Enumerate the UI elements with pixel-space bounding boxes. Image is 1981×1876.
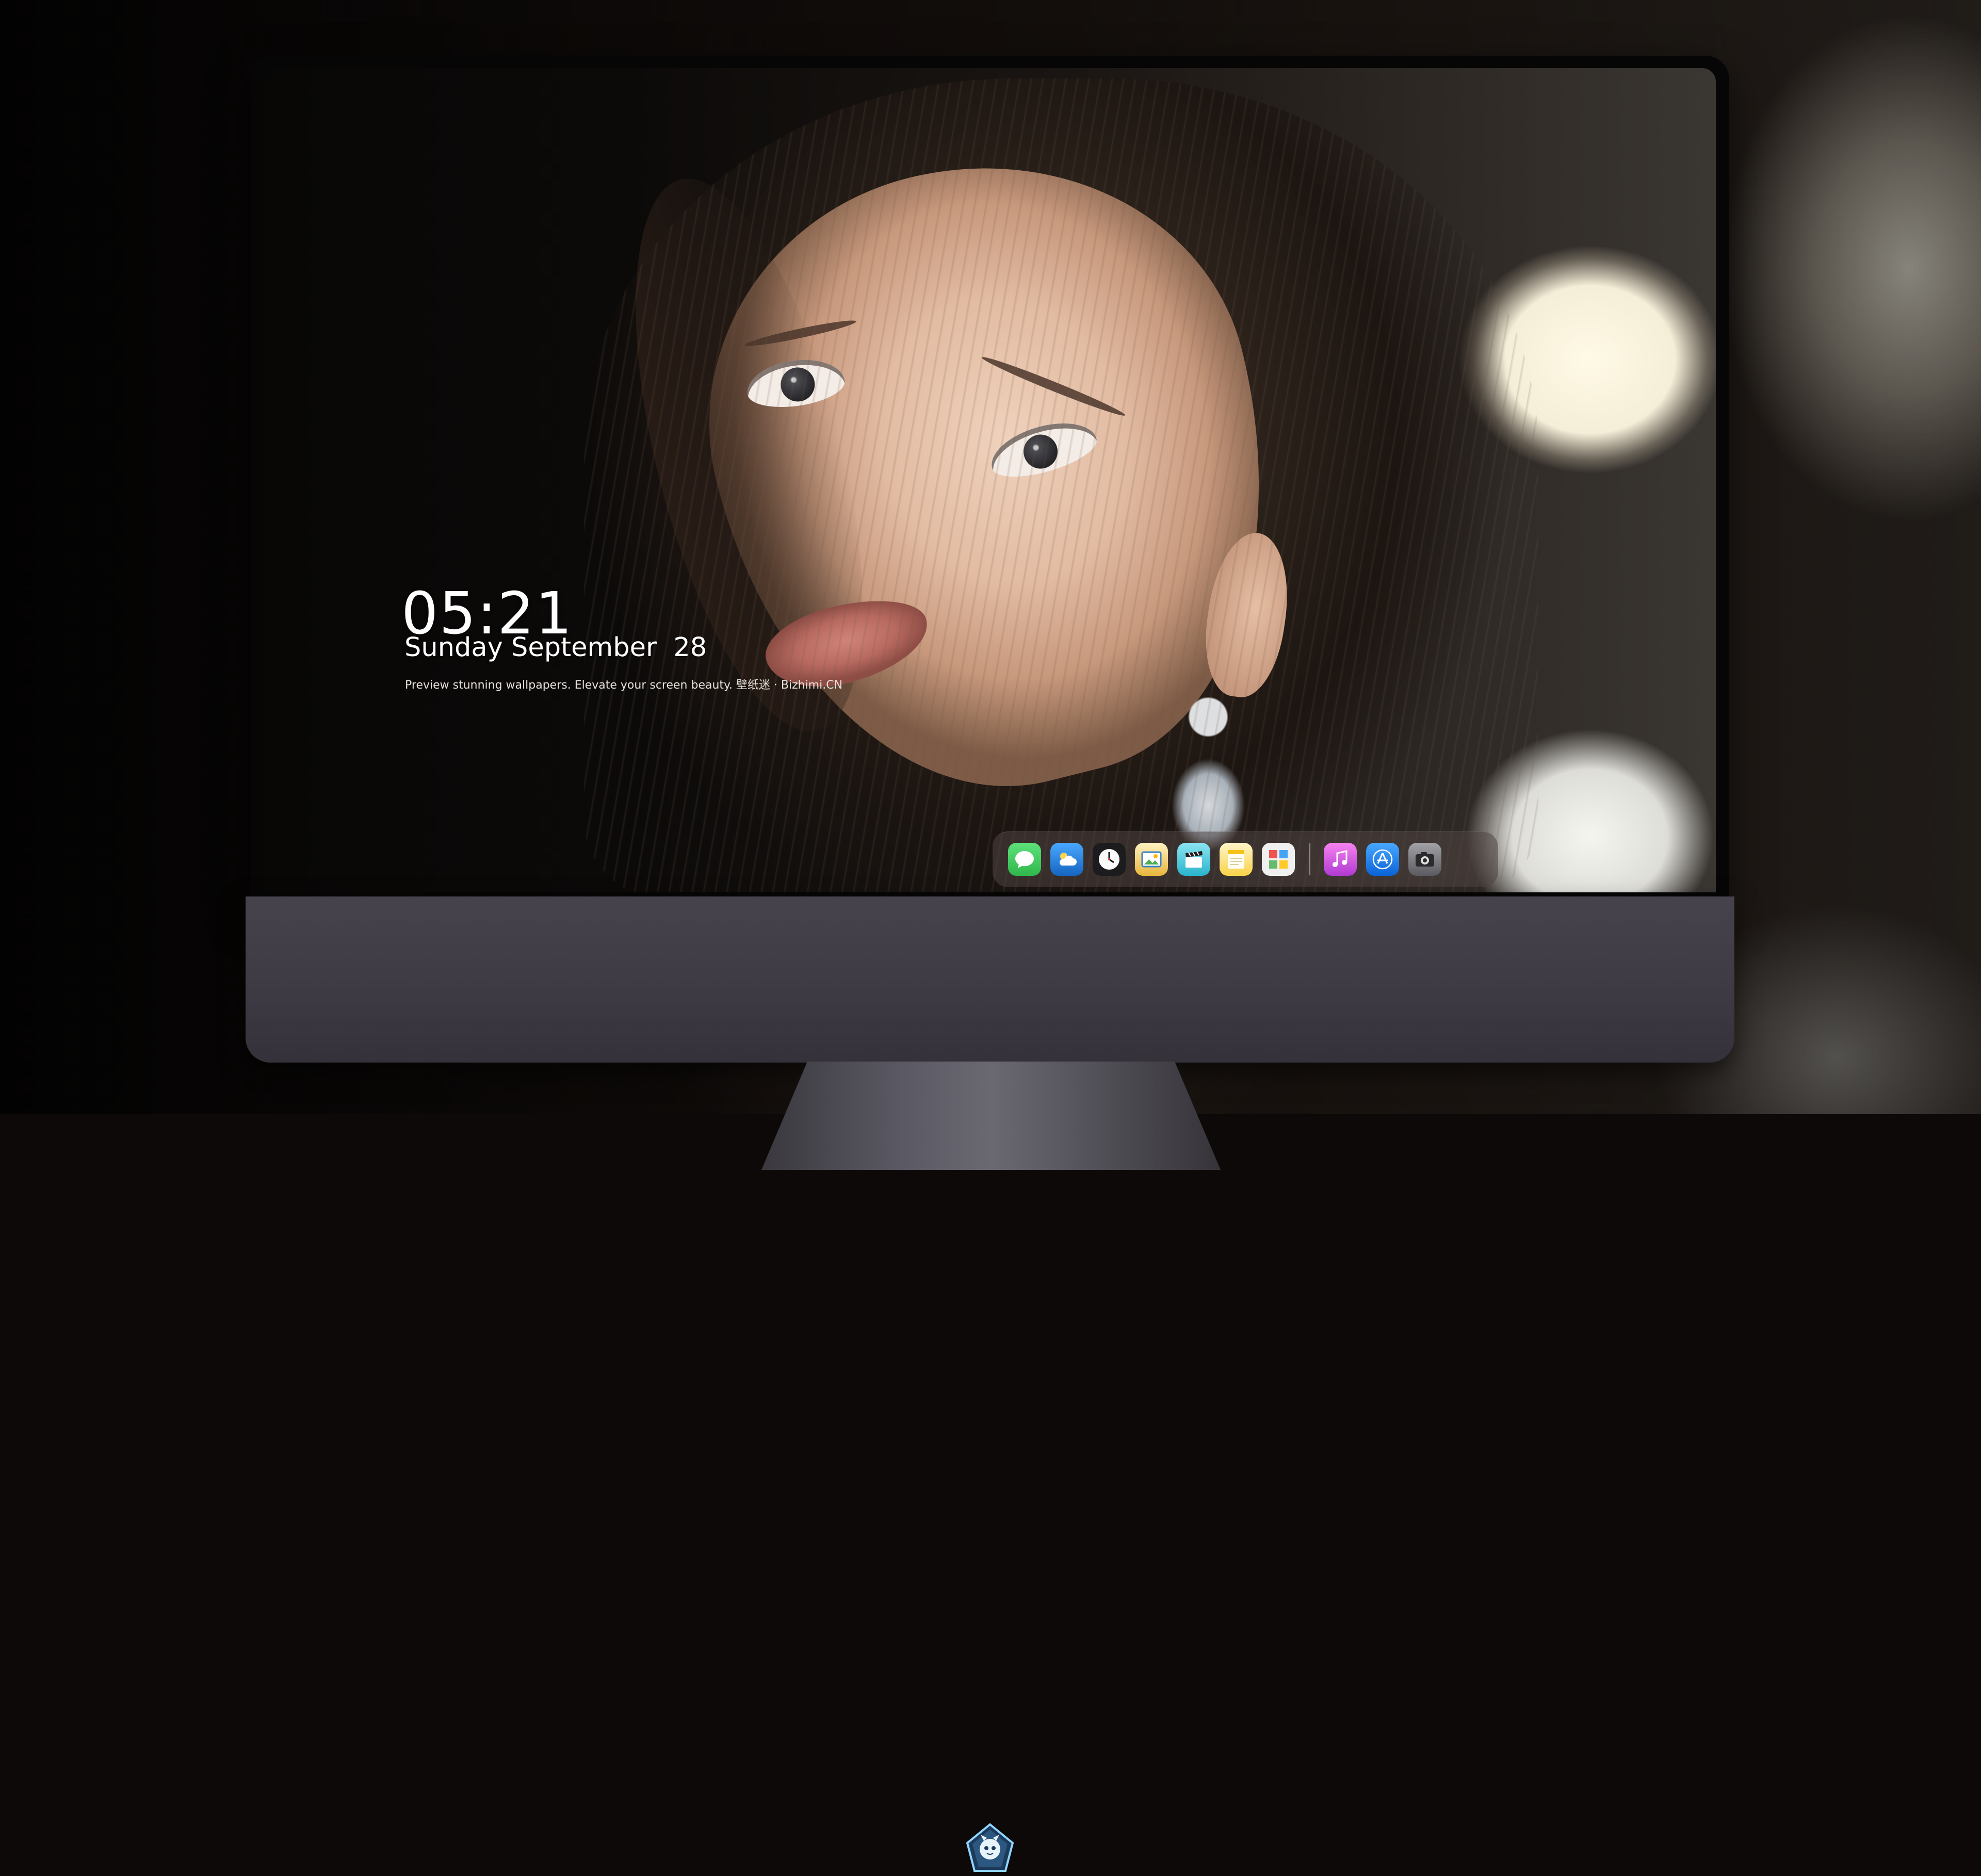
photos-app-icon[interactable] — [1262, 843, 1295, 876]
notes-icon — [1228, 850, 1244, 869]
preview-app-icon[interactable] — [1135, 843, 1168, 876]
camera-icon — [1416, 852, 1434, 867]
music-app-icon[interactable] — [1324, 843, 1357, 876]
app-store-app-icon[interactable] — [1366, 843, 1399, 876]
imac-monitor: 05:21 Sunday September 28 Preview stunni… — [246, 56, 1734, 1872]
dock-separator — [1309, 843, 1310, 875]
dock — [993, 831, 1498, 887]
cloud-sun-icon — [1060, 853, 1077, 866]
notes-app-icon[interactable] — [1220, 843, 1253, 876]
music-note-icon — [1333, 850, 1347, 867]
clapperboard-icon — [1186, 851, 1203, 868]
weather-app-icon[interactable] — [1050, 843, 1083, 876]
wallpaper-hair-strands — [584, 78, 1538, 892]
brand-logo-icon — [964, 1822, 1016, 1874]
camera-app-icon[interactable] — [1408, 843, 1441, 876]
clock-icon — [1099, 849, 1119, 870]
monitor-chin — [246, 896, 1734, 1872]
monitor-stand — [761, 1062, 1221, 1170]
messages-app-icon[interactable] — [1008, 843, 1041, 876]
image-viewer-icon — [1141, 851, 1162, 868]
lock-screen: 05:21 Sunday September 28 Preview stunni… — [264, 68, 1716, 892]
video-app-icon[interactable] — [1177, 843, 1210, 876]
app-store-icon — [1372, 849, 1393, 870]
wallpaper — [264, 68, 1716, 892]
photo-grid-icon — [1269, 850, 1288, 869]
lock-tagline: Preview stunning wallpapers. Elevate you… — [405, 679, 843, 692]
chat-bubble-icon — [1015, 851, 1034, 868]
clock-app-icon[interactable] — [1093, 843, 1126, 876]
monitor-bezel: 05:21 Sunday September 28 Preview stunni… — [251, 56, 1729, 902]
lock-date: Sunday September 28 — [404, 632, 707, 663]
